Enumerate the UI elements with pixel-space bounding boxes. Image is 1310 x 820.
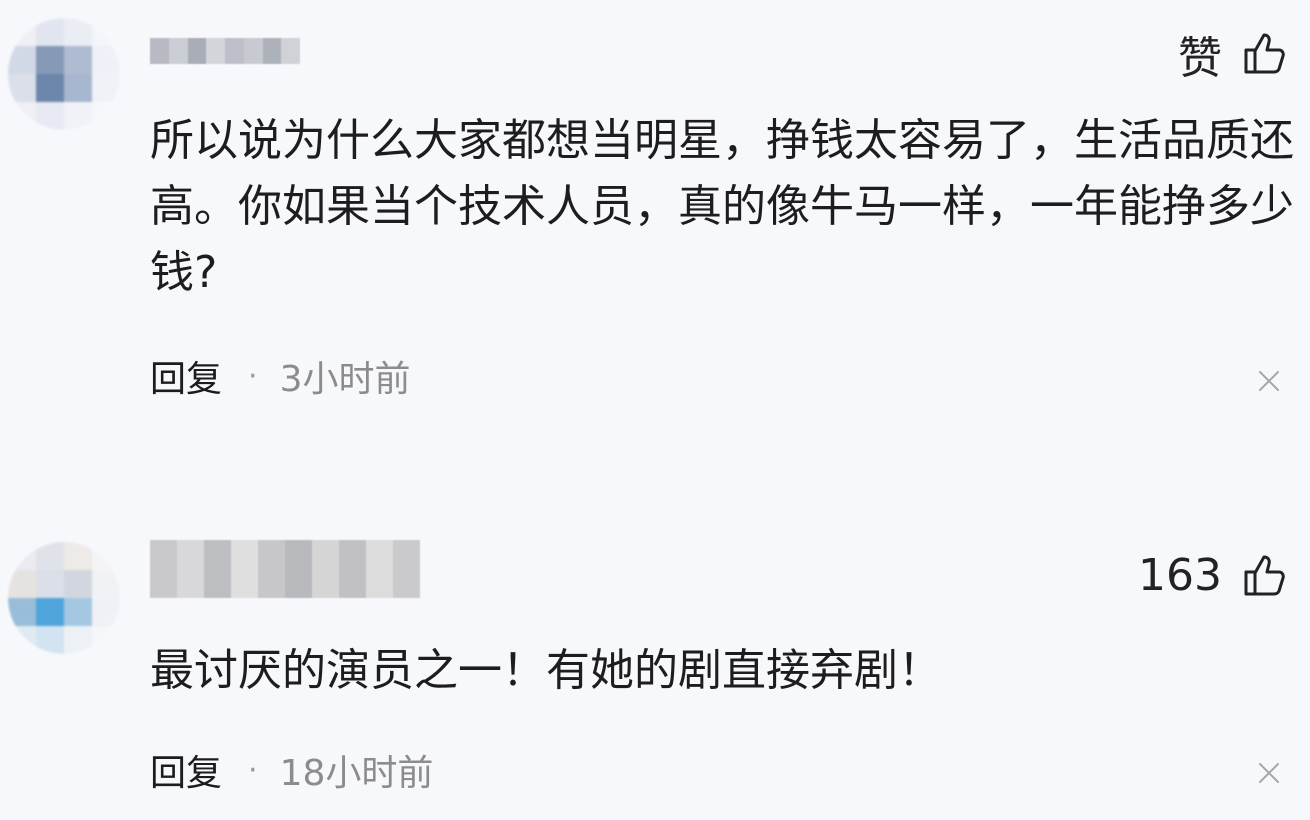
reply-button[interactable]: 回复 <box>150 744 222 796</box>
avatar-pixel <box>92 102 120 130</box>
avatar-pixel <box>64 626 92 654</box>
username-pixel <box>150 38 169 64</box>
reply-button[interactable]: 回复 <box>150 350 222 402</box>
username-pixel <box>204 540 231 598</box>
avatar-pixel <box>64 102 92 130</box>
comment-text: 最讨厌的演员之一！有她的剧直接弃剧！ <box>150 645 942 696</box>
avatar-pixel <box>36 542 64 570</box>
comment-meta: 回复 · 18小时前 <box>150 744 433 796</box>
avatar-pixel <box>92 18 120 46</box>
avatar-pixel <box>64 46 92 74</box>
timestamp: 18小时前 <box>279 753 434 794</box>
avatar-pixel <box>64 598 92 626</box>
like-label: 赞 <box>1178 33 1222 84</box>
avatar-pixel <box>36 18 64 46</box>
avatar-pixel <box>36 626 64 654</box>
username-pixel <box>177 540 204 598</box>
like-count: 163 <box>1138 550 1222 601</box>
username-pixel <box>393 540 420 598</box>
username-pixel <box>285 540 312 598</box>
avatar-pixel <box>92 74 120 102</box>
avatar[interactable] <box>8 18 120 130</box>
avatar-pixel <box>92 46 120 74</box>
avatar-pixel <box>8 570 36 598</box>
avatar-pixel <box>92 598 120 626</box>
username-pixel <box>281 38 300 64</box>
separator-dot: · <box>248 752 258 788</box>
avatar-pixel <box>8 18 36 46</box>
close-icon[interactable] <box>1256 368 1282 394</box>
close-icon[interactable] <box>1256 760 1282 786</box>
avatar-pixel <box>92 570 120 598</box>
avatar-pixel <box>64 74 92 102</box>
thumbs-up-icon <box>1244 555 1285 595</box>
avatar-pixel <box>64 542 92 570</box>
timestamp: 3小时前 <box>279 359 411 400</box>
username-blurred[interactable] <box>150 38 300 64</box>
like-button[interactable]: 赞 <box>1178 22 1288 86</box>
avatar-pixel <box>36 46 64 74</box>
like-button[interactable]: 163 <box>1138 550 1288 601</box>
avatar-pixel <box>8 598 36 626</box>
username-pixel <box>225 38 244 64</box>
username-pixel <box>168 38 188 64</box>
avatar-pixel <box>8 102 36 130</box>
username-pixel <box>150 540 177 598</box>
comment-item: 163 最讨厌的演员之一！有她的剧直接弃剧！ 回复 · 18小时前 <box>0 520 1310 820</box>
separator-dot: · <box>248 358 258 394</box>
username-pixel <box>258 540 285 598</box>
avatar-pixel <box>8 46 36 74</box>
username-pixel <box>262 38 282 64</box>
username-pixel <box>231 540 258 598</box>
avatar-pixel <box>8 542 36 570</box>
comment-text: 所以说为什么大家都想当明星，挣钱太容易了，生活品质还高。你如果当个技术人员，真的… <box>150 115 1294 298</box>
comment-item: 赞 所以说为什么大家都想当明星，挣钱太容易了，生活品质还高。你如果当个技术人员，… <box>0 0 1310 420</box>
username-pixel <box>243 38 263 64</box>
avatar-pixel <box>64 18 92 46</box>
username-pixel <box>187 38 207 64</box>
thumbs-up-icon <box>1244 33 1285 74</box>
username-blurred[interactable] <box>150 540 420 598</box>
avatar-pixel <box>36 102 64 130</box>
comment-meta: 回复 · 3小时前 <box>150 350 410 402</box>
avatar-pixel <box>36 74 64 102</box>
avatar-pixel <box>92 626 120 654</box>
username-pixel <box>312 540 339 598</box>
username-pixel <box>339 540 366 598</box>
avatar-pixel <box>36 570 64 598</box>
username-pixel <box>366 540 393 598</box>
username-pixel <box>206 38 225 64</box>
avatar-pixel <box>8 626 36 654</box>
avatar-pixel <box>92 542 120 570</box>
avatar-pixel <box>8 74 36 102</box>
avatar-pixel <box>64 570 92 598</box>
avatar-pixel <box>36 598 64 626</box>
avatar[interactable] <box>8 542 120 654</box>
